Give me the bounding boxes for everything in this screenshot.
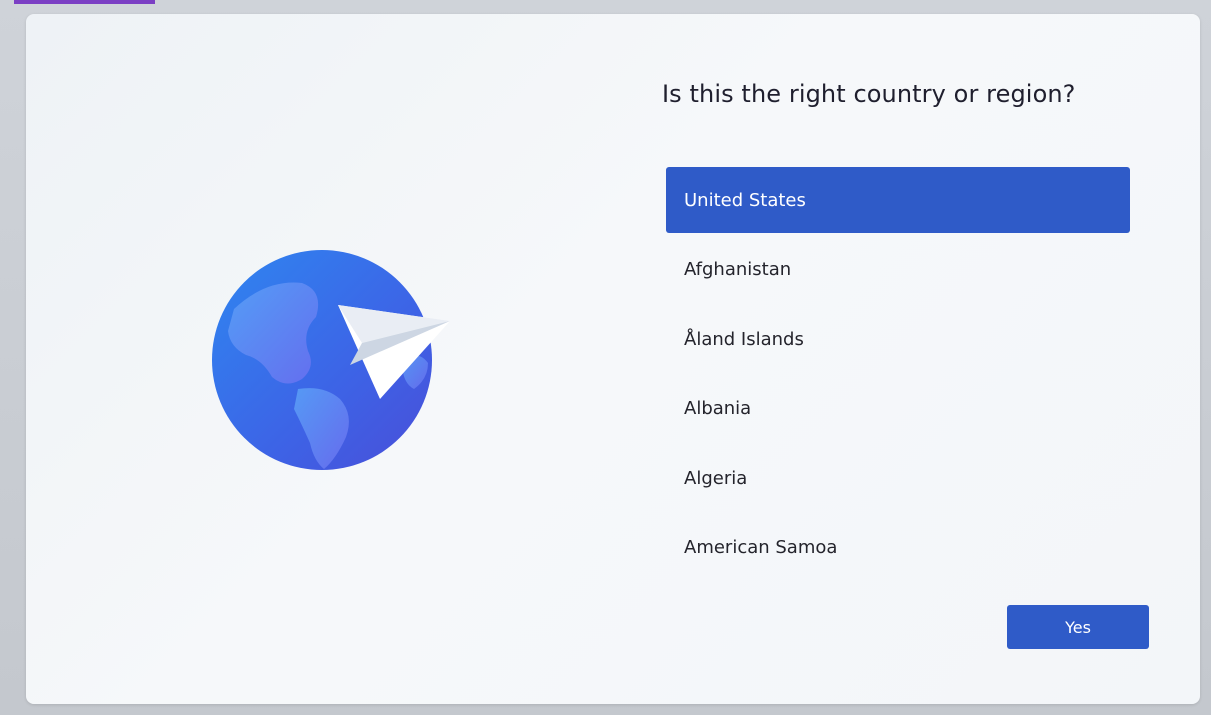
country-item-albania[interactable]: Albania (666, 376, 1130, 442)
country-item-algeria[interactable]: Algeria (666, 445, 1130, 511)
page-title: Is this the right country or region? (662, 80, 1076, 108)
country-item-united-states[interactable]: United States (666, 167, 1130, 233)
country-item-aland-islands[interactable]: Åland Islands (666, 306, 1130, 372)
oobe-screen: Is this the right country or region? Uni… (0, 0, 1211, 715)
top-accent-strip (14, 0, 155, 4)
yes-button[interactable]: Yes (1007, 605, 1149, 649)
country-item-american-samoa[interactable]: American Samoa (666, 515, 1130, 581)
globe-paper-plane-icon (206, 239, 506, 499)
setup-card: Is this the right country or region? Uni… (26, 14, 1200, 704)
country-item-afghanistan[interactable]: Afghanistan (666, 237, 1130, 303)
country-list[interactable]: United States Afghanistan Åland Islands … (666, 167, 1130, 584)
